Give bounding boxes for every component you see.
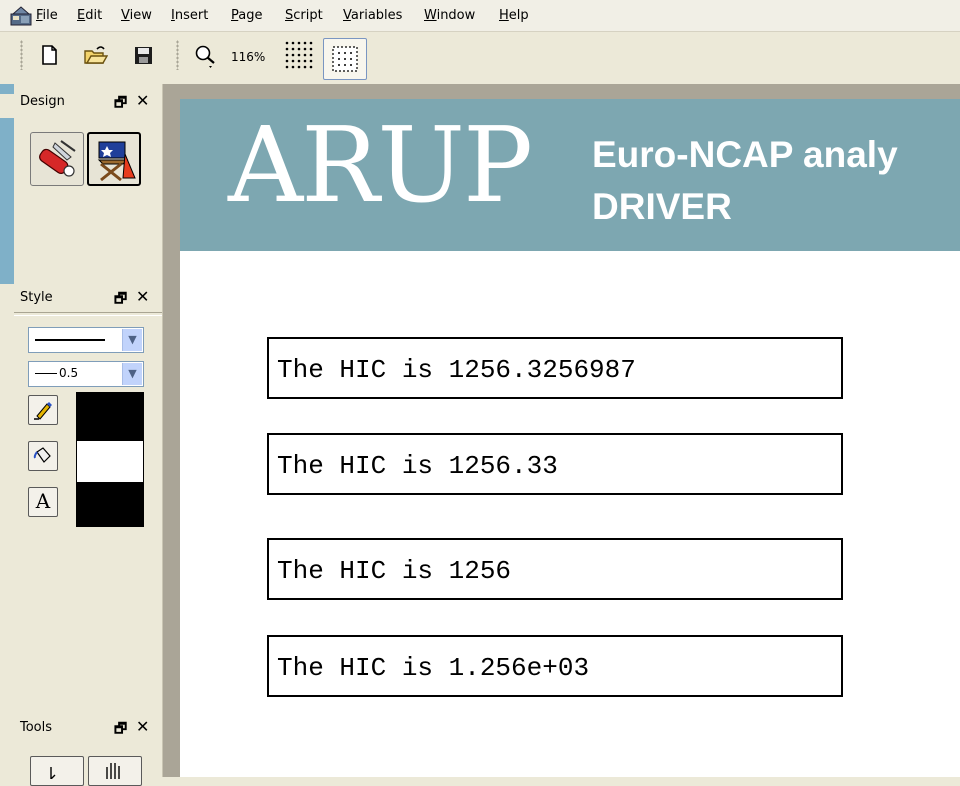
text-color-swatch[interactable] — [76, 483, 144, 527]
line-style-select[interactable]: ▼ — [28, 327, 144, 353]
float-panel-icon[interactable]: 🗗 — [114, 718, 127, 742]
close-panel-icon[interactable]: ✕ — [136, 91, 149, 110]
design-panel-title: Design — [20, 94, 65, 109]
line-width-value: 0.5 — [59, 366, 79, 380]
pan-tool-button[interactable] — [88, 756, 142, 786]
grid-dots-icon[interactable] — [284, 40, 314, 70]
canvas-area[interactable]: ARUP Euro-NCAP analy DRIVER The HIC is 1… — [163, 84, 960, 777]
hic-text: The HIC is 1256 — [277, 556, 512, 586]
menu-view[interactable]: View — [121, 8, 152, 24]
swiss-knife-icon — [39, 140, 76, 177]
hand-icon — [106, 763, 120, 779]
banner-title: Euro-NCAP analy — [592, 134, 898, 175]
save-disk-icon[interactable] — [130, 42, 156, 68]
design-panel-header: Design 🗗 ✕ — [14, 88, 162, 114]
menu-bar: File Edit View Insert Page Script Variab… — [0, 0, 960, 32]
menu-insert[interactable]: Insert — [171, 8, 208, 24]
float-panel-icon[interactable]: 🗗 — [114, 288, 127, 312]
toolbar: 116% — [0, 32, 960, 84]
line-color-button[interactable] — [28, 395, 58, 425]
desktop-edge-color-block — [0, 118, 14, 284]
desktop-edge-color — [0, 84, 14, 94]
text-color-button[interactable]: A — [28, 487, 58, 517]
menu-variables[interactable]: Variables — [343, 8, 402, 24]
snap-to-grid-button[interactable] — [323, 38, 367, 80]
style-panel-header: Style 🗗 ✕ — [14, 284, 162, 310]
toolbar-grip[interactable] — [20, 40, 23, 70]
line-width-sample — [35, 373, 57, 374]
hic-text: The HIC is 1256.3256987 — [277, 355, 636, 385]
zoom-magnifier-icon[interactable] — [192, 42, 218, 68]
divider — [14, 312, 162, 316]
tools-panel-header: Tools 🗗 ✕ — [14, 714, 162, 740]
director-chair-button[interactable] — [87, 132, 141, 186]
select-tool-button[interactable] — [30, 756, 84, 786]
arrow-cursor-icon — [50, 767, 56, 781]
line-width-select[interactable]: 0.5 ▼ — [28, 361, 144, 387]
text-box[interactable]: The HIC is 1256.33 — [267, 433, 843, 495]
page-banner[interactable]: ARUP Euro-NCAP analy DRIVER — [180, 99, 960, 251]
open-folder-icon[interactable] — [82, 42, 108, 68]
new-document-icon[interactable] — [36, 42, 62, 68]
chevron-down-icon[interactable]: ▼ — [122, 363, 142, 385]
fill-color-button[interactable] — [28, 441, 58, 471]
menu-help[interactable]: Help — [499, 8, 529, 24]
zoom-level[interactable]: 116% — [231, 50, 265, 64]
banner-subtitle: DRIVER — [592, 186, 732, 227]
paint-bucket-icon — [33, 447, 51, 463]
fill-color-swatch[interactable] — [76, 440, 144, 483]
solid-line-sample — [35, 339, 105, 341]
line-color-swatch[interactable] — [76, 392, 144, 440]
close-panel-icon[interactable]: ✕ — [136, 717, 149, 736]
menu-page[interactable]: Page — [231, 8, 262, 24]
pen-icon — [34, 402, 52, 420]
director-chair-icon — [97, 141, 136, 182]
menu-script[interactable]: Script — [285, 8, 323, 24]
float-panel-icon[interactable]: 🗗 — [114, 92, 127, 116]
text-box[interactable]: The HIC is 1.256e+03 — [267, 635, 843, 697]
arup-logo: ARUP — [228, 104, 533, 226]
style-panel-title: Style — [20, 290, 53, 305]
snap-grid-icon — [332, 46, 358, 72]
report-page[interactable]: ARUP Euro-NCAP analy DRIVER The HIC is 1… — [180, 99, 960, 777]
app-icon[interactable] — [10, 6, 32, 26]
chevron-down-icon[interactable]: ▼ — [122, 329, 142, 351]
text-box[interactable]: The HIC is 1256 — [267, 538, 843, 600]
left-dock: Design 🗗 ✕ Style 🗗 ✕ ▼ 0.5 ▼ A Tools 🗗 ✕ — [14, 84, 163, 786]
toolbar-grip-2[interactable] — [176, 40, 179, 70]
desktop-edge-strip — [0, 84, 14, 777]
hic-text: The HIC is 1.256e+03 — [277, 653, 590, 683]
menu-window[interactable]: Window — [424, 8, 475, 24]
menu-file[interactable]: File — [36, 8, 58, 24]
design-tools-button[interactable] — [30, 132, 84, 186]
text-box[interactable]: The HIC is 1256.3256987 — [267, 337, 843, 399]
close-panel-icon[interactable]: ✕ — [136, 287, 149, 306]
hic-text: The HIC is 1256.33 — [277, 451, 558, 481]
tools-panel-title: Tools — [20, 720, 53, 735]
menu-edit[interactable]: Edit — [77, 8, 102, 24]
